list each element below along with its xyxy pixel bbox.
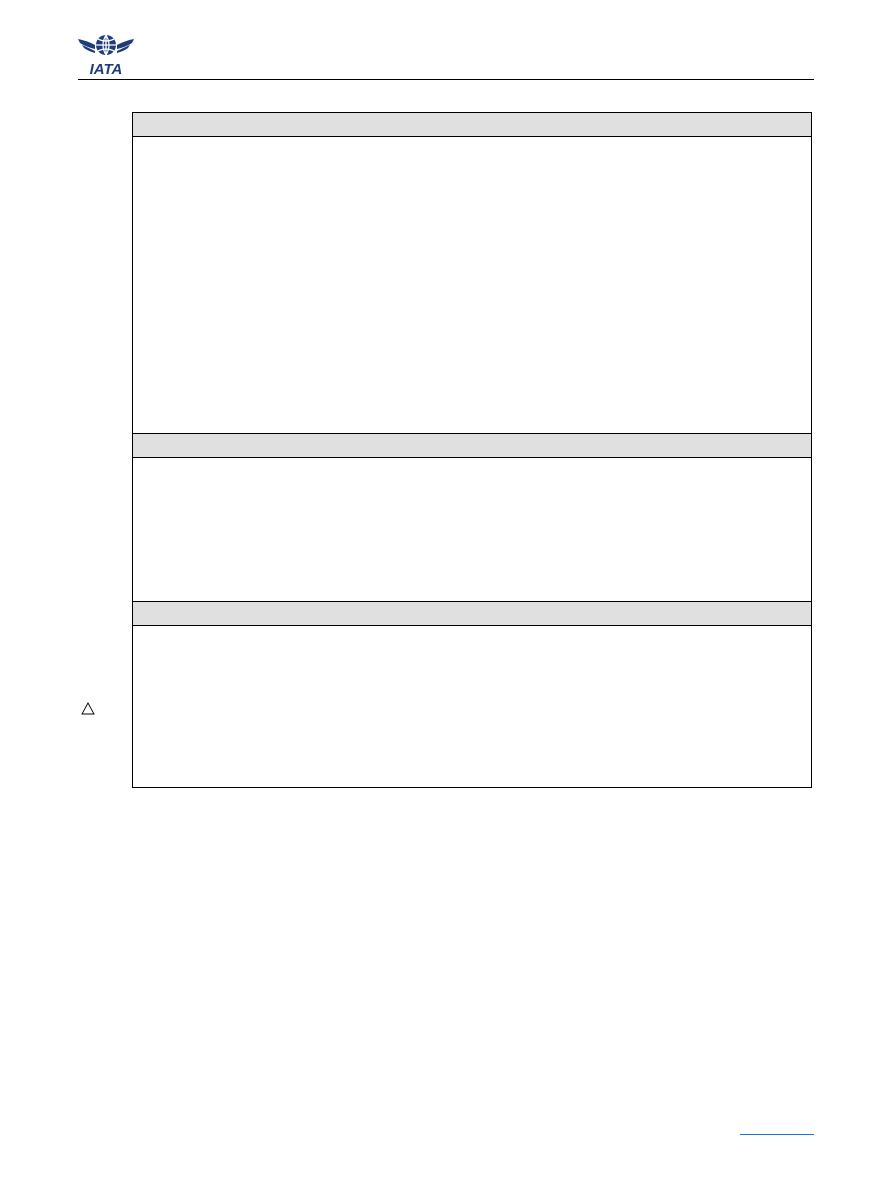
table-section-3-body: [133, 626, 811, 787]
table-section-2-body: [133, 458, 811, 601]
iata-globe-wings-icon: [78, 34, 134, 57]
table-section-3: [133, 602, 811, 787]
table-section-2-header: [133, 434, 811, 458]
table-section-1-header: [133, 113, 811, 137]
header-rule: [78, 79, 814, 80]
iata-logo: IATA: [78, 34, 134, 77]
table-section-1-body: [133, 137, 811, 433]
document-table: [132, 112, 812, 788]
change-triangle-icon: [81, 702, 95, 715]
logo-wordmark: IATA: [90, 61, 123, 77]
table-section-2: [133, 434, 811, 602]
table-section-1: [133, 113, 811, 434]
table-section-3-header: [133, 602, 811, 626]
footer-link[interactable]: [740, 1118, 814, 1135]
